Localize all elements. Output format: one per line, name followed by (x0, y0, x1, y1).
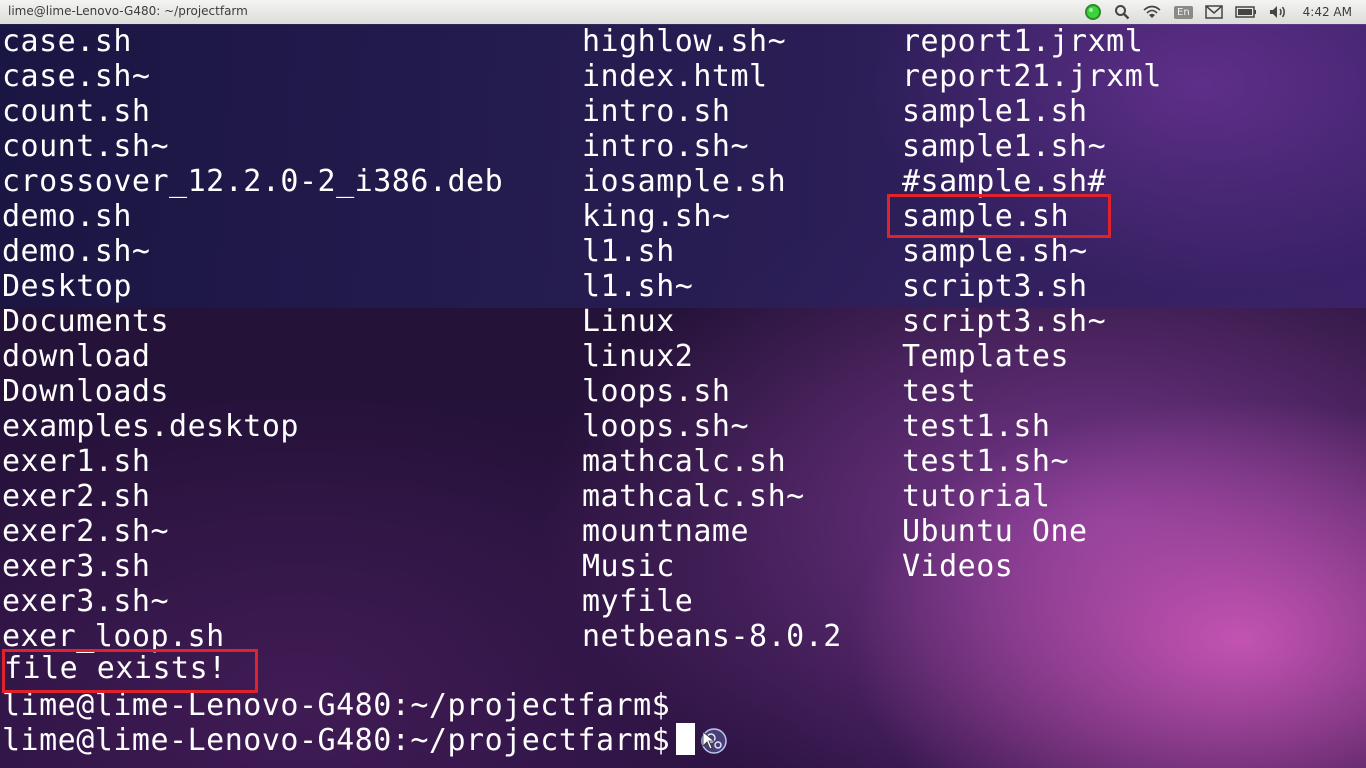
language-indicator[interactable]: En (1174, 0, 1193, 24)
shell-prompt-active[interactable]: lime@lime-Lenovo-G480:~/projectfarm$ (2, 723, 731, 758)
ls-entry: highlow.sh~ (582, 24, 787, 59)
ls-entry: Ubuntu One (902, 514, 1088, 549)
mail-icon[interactable] (1204, 0, 1223, 24)
ls-entry: report1.jrxml (902, 24, 1144, 59)
prompt-text: lime@lime-Lenovo-G480:~/projectfarm$ (2, 723, 671, 758)
ls-entry: mountname (582, 514, 750, 549)
ls-entry: demo.sh~ (2, 234, 151, 269)
ls-entry: intro.sh~ (582, 129, 750, 164)
ls-entry: mathcalc.sh~ (582, 479, 805, 514)
ls-entry: linux2 (582, 339, 694, 374)
ls-entry: Linux (582, 304, 675, 339)
ls-entry: test1.sh~ (902, 444, 1070, 479)
shell-prompt: lime@lime-Lenovo-G480:~/projectfarm$ (2, 688, 671, 723)
ls-entry: exer2.sh (2, 479, 151, 514)
status-green-icon[interactable] (1084, 0, 1102, 24)
ls-entry: download (2, 339, 151, 374)
system-tray: En 4:42 AM (1078, 0, 1366, 24)
ls-entry: l1.sh (582, 234, 675, 269)
ls-entry: script3.sh~ (902, 304, 1107, 339)
ls-entry: script3.sh (902, 269, 1088, 304)
ls-entry: count.sh~ (2, 129, 170, 164)
ls-entry: test1.sh (902, 409, 1051, 444)
ls-entry: Documents (2, 304, 170, 339)
ls-entry: l1.sh~ (582, 269, 694, 304)
search-icon[interactable] (1114, 0, 1130, 24)
ls-entry: iosample.sh (582, 164, 787, 199)
ls-column-3: report1.jrxml report21.jrxml sample1.sh … (902, 24, 1162, 584)
ls-entry: loops.sh~ (582, 409, 750, 444)
top-panel: lime@lime-Lenovo-G480: ~/projectfarm En … (0, 0, 1366, 25)
terminal-window[interactable]: case.sh case.sh~ count.sh count.sh~ cros… (0, 24, 1366, 768)
ls-entry: king.sh~ (582, 199, 731, 234)
ls-entry: netbeans-8.0.2 (582, 619, 842, 654)
ls-entry: demo.sh (2, 199, 132, 234)
ls-entry: count.sh (2, 94, 151, 129)
ls-entry: index.html (582, 59, 768, 94)
volume-icon[interactable] (1269, 0, 1287, 24)
ls-entry: intro.sh (582, 94, 731, 129)
ls-entry: exer2.sh~ (2, 514, 170, 549)
ls-entry: myfile (582, 584, 694, 619)
prompt-area[interactable]: lime@lime-Lenovo-G480:~/projectfarm$ lim… (2, 688, 731, 758)
ls-entry: sample.sh~ (902, 234, 1088, 269)
battery-icon[interactable] (1234, 0, 1257, 24)
ls-entry: Templates (902, 339, 1070, 374)
ls-entry: crossover_12.2.0-2_i386.deb (2, 164, 504, 199)
ls-entry: mathcalc.sh (582, 444, 787, 479)
window-title: lime@lime-Lenovo-G480: ~/projectfarm (8, 4, 248, 18)
ls-entry: exer3.sh~ (2, 584, 170, 619)
ls-entry: tutorial (902, 479, 1051, 514)
busy-pointer-icon (697, 726, 731, 764)
text-cursor (676, 723, 696, 755)
highlight-box-file-exists (2, 649, 258, 693)
ls-entry: test (902, 374, 977, 409)
ls-entry: Downloads (2, 374, 170, 409)
ls-entry: Videos (902, 549, 1014, 584)
clock[interactable]: 4:42 AM (1303, 5, 1352, 19)
ls-entry: Music (582, 549, 675, 584)
ls-entry: loops.sh (582, 374, 731, 409)
ls-entry: examples.desktop (2, 409, 299, 444)
ls-entry: case.sh (2, 24, 132, 59)
wifi-icon[interactable] (1142, 0, 1162, 24)
ls-entry: exer3.sh (2, 549, 151, 584)
ls-entry: sample1.sh~ (902, 129, 1107, 164)
ls-entry: exer1.sh (2, 444, 151, 479)
ls-column-2: highlow.sh~ index.html intro.sh intro.sh… (582, 24, 842, 654)
ls-entry: case.sh~ (2, 59, 151, 94)
ls-entry: report21.jrxml (902, 59, 1162, 94)
ls-entry: sample1.sh (902, 94, 1088, 129)
language-label: En (1174, 5, 1193, 19)
ls-entry: Desktop (2, 269, 132, 304)
highlight-box-sample-sh (887, 194, 1111, 238)
ls-column-1: case.sh case.sh~ count.sh count.sh~ cros… (2, 24, 503, 654)
